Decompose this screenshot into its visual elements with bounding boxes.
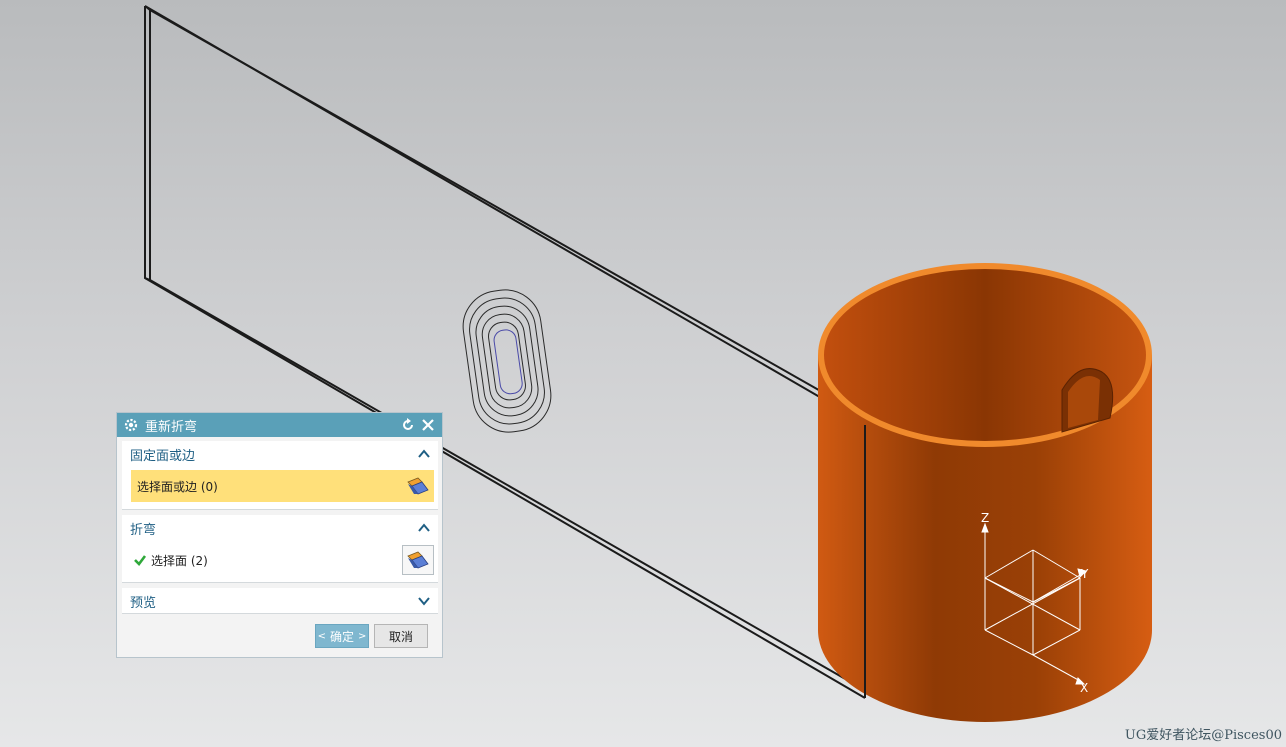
group-header-preview[interactable]: 预览	[122, 588, 438, 614]
close-icon[interactable]	[420, 417, 436, 433]
chevron-down-icon	[418, 597, 430, 606]
dialog-title-bar[interactable]: 重新折弯	[117, 413, 442, 437]
group-header-bend[interactable]: 折弯	[122, 515, 438, 541]
select-face-or-edge-button[interactable]	[402, 471, 434, 501]
rebend-dialog: 重新折弯 固定面或边 选择面或边 (0) 折弯 选择面 (2) 预览 < 确定 …	[116, 412, 443, 658]
ok-button[interactable]: < 确定 >	[315, 624, 369, 648]
face-select-icon	[407, 551, 429, 569]
reset-icon[interactable]	[400, 417, 416, 433]
group-fixed-face: 固定面或边 选择面或边 (0)	[122, 441, 438, 510]
settings-icon	[124, 418, 138, 432]
chevron-up-icon	[418, 449, 430, 458]
dialog-title: 重新折弯	[145, 419, 198, 435]
checkmark-icon	[134, 555, 147, 566]
select-face-or-edge-label: 选择面或边 (0)	[137, 479, 218, 494]
axis-label-z: Z	[981, 511, 989, 525]
select-face-label: 选择面 (2)	[151, 553, 208, 568]
group-label: 预览	[130, 595, 157, 611]
ok-left-arrow: <	[317, 630, 326, 642]
embossed-slot	[462, 289, 552, 433]
group-preview: 预览	[122, 588, 438, 614]
group-bend: 折弯 选择面 (2)	[122, 515, 438, 583]
face-select-icon	[407, 477, 429, 495]
cylinder-part	[818, 263, 1152, 722]
chevron-up-icon	[418, 523, 430, 532]
axis-label-x: X	[1080, 681, 1088, 695]
group-label: 固定面或边	[130, 448, 196, 464]
select-face-button[interactable]	[402, 545, 434, 575]
group-header-fixed-face[interactable]: 固定面或边	[122, 441, 438, 467]
ok-right-arrow: >	[358, 630, 367, 642]
group-label: 折弯	[130, 522, 157, 538]
cancel-button[interactable]: 取消	[374, 624, 428, 648]
select-face-or-edge-row[interactable]: 选择面或边 (0)	[131, 470, 434, 502]
axis-label-y: Y	[1080, 567, 1089, 581]
ok-label: 确定	[329, 629, 354, 644]
watermark: UG爱好者论坛@Pisces00	[1124, 728, 1282, 743]
select-face-row[interactable]: 选择面 (2)	[131, 544, 434, 576]
